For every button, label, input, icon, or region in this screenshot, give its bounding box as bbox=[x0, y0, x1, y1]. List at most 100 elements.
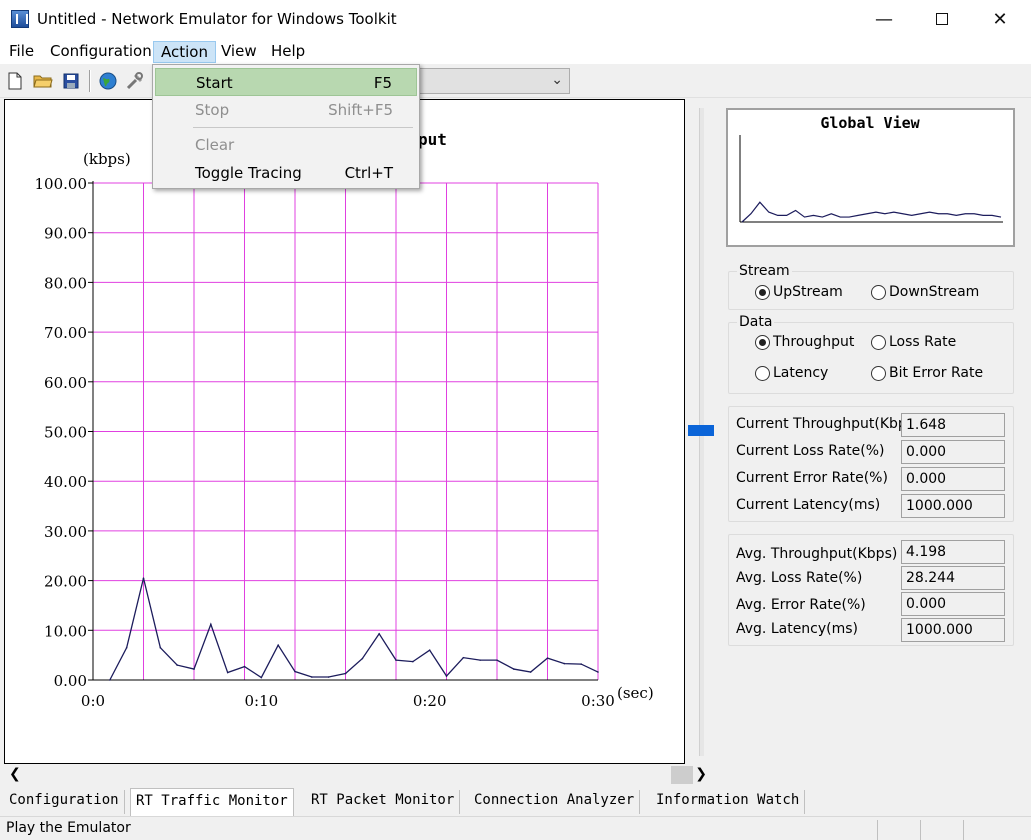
data-point bbox=[193, 668, 195, 670]
open-folder-icon[interactable] bbox=[32, 70, 54, 92]
maximize-button[interactable] bbox=[913, 0, 971, 38]
radio-unchecked-icon bbox=[871, 334, 886, 350]
radio-label: Throughput bbox=[773, 334, 855, 350]
y-tick-label: 0.00 bbox=[54, 672, 87, 690]
avg-error-value: 0.000 bbox=[901, 592, 1005, 616]
average-stats-group: Avg. Throughput(Kbps) 4.198 Avg. Loss Ra… bbox=[728, 534, 1014, 646]
radio-unchecked-icon bbox=[871, 284, 886, 300]
new-file-icon[interactable] bbox=[4, 70, 26, 92]
y-tick-label: 100.00 bbox=[35, 175, 88, 193]
menu-item-label: Toggle Tracing bbox=[195, 164, 302, 182]
y-tick-label: 90.00 bbox=[44, 225, 87, 243]
scroll-thumb[interactable] bbox=[671, 766, 693, 784]
data-point bbox=[412, 660, 414, 663]
current-stats-group: Current Throughput(Kbps) 1.648 Current L… bbox=[728, 406, 1014, 522]
avg-error-label: Avg. Error Rate(%) bbox=[736, 597, 866, 613]
avg-loss-value: 28.244 bbox=[901, 566, 1005, 590]
status-cell bbox=[877, 820, 917, 840]
data-point bbox=[597, 671, 599, 673]
data-point bbox=[344, 672, 347, 675]
data-point bbox=[226, 671, 229, 674]
tab-rt-traffic-monitor[interactable]: RT Traffic Monitor bbox=[130, 788, 294, 816]
close-button[interactable]: ✕ bbox=[971, 0, 1029, 38]
y-tick-label: 40.00 bbox=[44, 473, 87, 491]
traffic-graph-panel: 100.00 90.00 80.00 70.00 60.00 50.00 40.00 30.0… bbox=[4, 99, 685, 764]
tab-connection-analyzer[interactable]: Connection Analyzer bbox=[469, 790, 641, 814]
data-point bbox=[479, 659, 481, 661]
menu-view[interactable]: View bbox=[214, 41, 264, 63]
menu-item-clear[interactable]: Clear bbox=[155, 131, 417, 159]
x-tick-label: 0:0 bbox=[81, 692, 105, 710]
menu-separator bbox=[193, 127, 413, 128]
globe-icon[interactable] bbox=[97, 70, 119, 92]
current-latency-label: Current Latency(ms) bbox=[736, 497, 881, 513]
menu-action[interactable]: Action bbox=[153, 41, 216, 63]
horizontal-scrollbar[interactable]: ❮ ❯ bbox=[4, 764, 715, 786]
radio-checked-icon bbox=[755, 284, 770, 300]
scroll-right-icon[interactable]: ❯ bbox=[695, 766, 707, 782]
x-tick-label: 0:10 bbox=[244, 692, 278, 710]
data-point bbox=[243, 665, 246, 668]
radio-label: Bit Error Rate bbox=[889, 365, 984, 381]
scroll-left-icon[interactable]: ❮ bbox=[9, 766, 21, 782]
radio-loss-rate[interactable]: Loss Rate bbox=[871, 334, 956, 350]
radio-upstream[interactable]: UpStream bbox=[755, 284, 843, 300]
current-throughput-label: Current Throughput(Kbps) bbox=[736, 416, 920, 432]
y-tick-label: 10.00 bbox=[44, 622, 87, 640]
throughput-series-line bbox=[109, 577, 599, 681]
tab-configuration[interactable]: Configuration bbox=[4, 790, 125, 814]
x-tick-label: 0:20 bbox=[413, 692, 447, 710]
menu-file[interactable]: File bbox=[2, 41, 41, 63]
radio-unchecked-icon bbox=[755, 365, 770, 381]
data-point bbox=[142, 577, 145, 579]
menu-item-stop[interactable]: Stop Shift+F5 bbox=[155, 96, 417, 124]
radio-label: DownStream bbox=[889, 284, 980, 300]
data-point bbox=[395, 659, 397, 661]
menu-item-shortcut: Ctrl+T bbox=[344, 164, 393, 182]
y-axis-label: (kbps) bbox=[83, 150, 131, 168]
save-icon[interactable] bbox=[60, 70, 82, 92]
menu-item-label: Stop bbox=[195, 101, 230, 119]
global-view-chart: Global View bbox=[739, 114, 1003, 223]
data-point bbox=[529, 671, 532, 673]
minimize-icon: — bbox=[875, 8, 893, 30]
data-point bbox=[563, 662, 566, 665]
menu-item-start[interactable]: Start F5 bbox=[155, 68, 417, 96]
avg-latency-value: 1000.000 bbox=[901, 618, 1005, 642]
menu-configuration[interactable]: Configuration bbox=[43, 41, 159, 63]
menu-help[interactable]: Help bbox=[264, 41, 312, 63]
data-point bbox=[496, 659, 498, 661]
minimize-button[interactable]: — bbox=[855, 0, 913, 38]
splitter-handle[interactable] bbox=[688, 425, 714, 436]
current-error-value: 0.000 bbox=[901, 467, 1005, 491]
status-cell bbox=[920, 820, 960, 840]
maximize-icon bbox=[936, 13, 948, 25]
radio-bit-error-rate[interactable]: Bit Error Rate bbox=[871, 365, 983, 381]
tools-icon[interactable] bbox=[124, 70, 146, 92]
data-point bbox=[311, 676, 313, 678]
current-throughput-value: 1.648 bbox=[901, 413, 1005, 437]
data-point bbox=[513, 668, 515, 670]
radio-downstream[interactable]: DownStream bbox=[871, 284, 979, 300]
tab-rt-packet-monitor[interactable]: RT Packet Monitor bbox=[306, 790, 461, 814]
radio-throughput[interactable]: Throughput bbox=[755, 334, 854, 350]
data-point bbox=[294, 670, 296, 673]
avg-throughput-value: 4.198 bbox=[901, 540, 1005, 564]
tab-information-watch[interactable]: Information Watch bbox=[651, 790, 806, 814]
data-point bbox=[277, 644, 279, 647]
stream-group: Stream UpStream DownStream bbox=[728, 263, 1014, 310]
menu-item-toggle-tracing[interactable]: Toggle Tracing Ctrl+T bbox=[155, 159, 417, 187]
avg-loss-label: Avg. Loss Rate(%) bbox=[736, 570, 863, 586]
toolbar-combo[interactable]: ⌄ bbox=[418, 68, 570, 94]
gv-series-line bbox=[741, 201, 1002, 223]
menu-item-label: Start bbox=[196, 74, 233, 92]
throughput-chart: 100.00 90.00 80.00 70.00 60.00 50.00 40.00 30.0… bbox=[35, 130, 654, 710]
menu-item-shortcut: Shift+F5 bbox=[328, 101, 393, 119]
avg-throughput-label: Avg. Throughput(Kbps) bbox=[736, 546, 898, 562]
data-point bbox=[546, 657, 549, 659]
current-latency-value: 1000.000 bbox=[901, 494, 1005, 518]
action-menu-dropdown: Start F5 Stop Shift+F5 Clear Toggle Trac… bbox=[152, 64, 420, 189]
y-tick-label: 60.00 bbox=[44, 374, 87, 392]
radio-latency[interactable]: Latency bbox=[755, 365, 828, 381]
y-tick-label: 80.00 bbox=[44, 274, 87, 292]
